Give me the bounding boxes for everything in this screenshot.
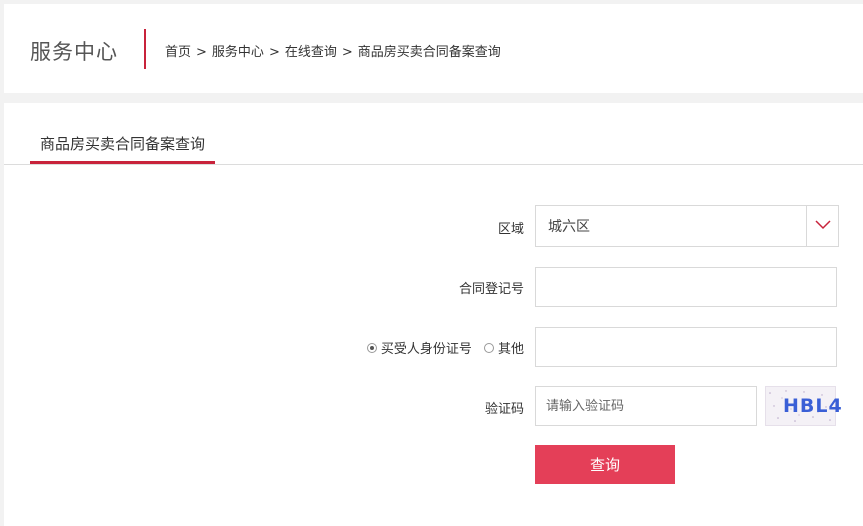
header-panel: 服务中心 首页 > 服务中心 > 在线查询 > 商品房买卖合同备案查询 [4,4,863,93]
radio-buyer-id-label: 买受人身份证号 [380,342,472,357]
captcha-input[interactable] [535,386,757,426]
radio-buyer-id[interactable]: 买受人身份证号 [366,338,472,357]
captcha-text: HBL4 [783,395,843,417]
radio-other[interactable]: 其他 [483,338,524,357]
radio-other-label: 其他 [497,342,524,357]
chevron-down-icon [806,206,838,246]
breadcrumb-current-page[interactable]: 商品房买卖合同备案查询 [358,45,501,60]
tab-contract-filing-query[interactable]: 商品房买卖合同备案查询 [30,133,216,164]
breadcrumb-online-query[interactable]: 在线查询 [285,45,337,60]
query-button[interactable]: 查询 [535,445,675,484]
contract-number-label: 合同登记号 [458,282,524,297]
id-type-radio-group: 买受人身份证号 其他 [366,338,524,357]
captcha-label: 验证码 [484,402,524,417]
breadcrumb: 首页 > 服务中心 > 在线查询 > 商品房买卖合同备案查询 [165,41,501,60]
breadcrumb-service-center[interactable]: 服务中心 [212,45,264,60]
main-panel: 商品房买卖合同备案查询 区域 城六区 合同登记号 买受人身份证号 其他 验证码 [4,103,863,526]
tab-bar: 商品房买卖合同备案查询 [4,103,863,165]
district-label: 区域 [497,222,524,237]
contract-number-input[interactable] [535,267,837,307]
section-title: 服务中心 [30,40,118,64]
radio-unchecked-icon [483,342,494,353]
title-divider [144,29,146,69]
radio-checked-icon [366,342,377,353]
captcha-image[interactable]: HBL4 [765,386,842,426]
breadcrumb-home[interactable]: 首页 [165,45,191,60]
breadcrumb-separator: > [196,45,207,60]
district-select[interactable]: 城六区 [535,205,839,247]
breadcrumb-separator: > [341,45,353,60]
district-select-value: 城六区 [548,219,590,235]
id-number-input[interactable] [535,327,837,367]
breadcrumb-separator: > [268,45,280,60]
